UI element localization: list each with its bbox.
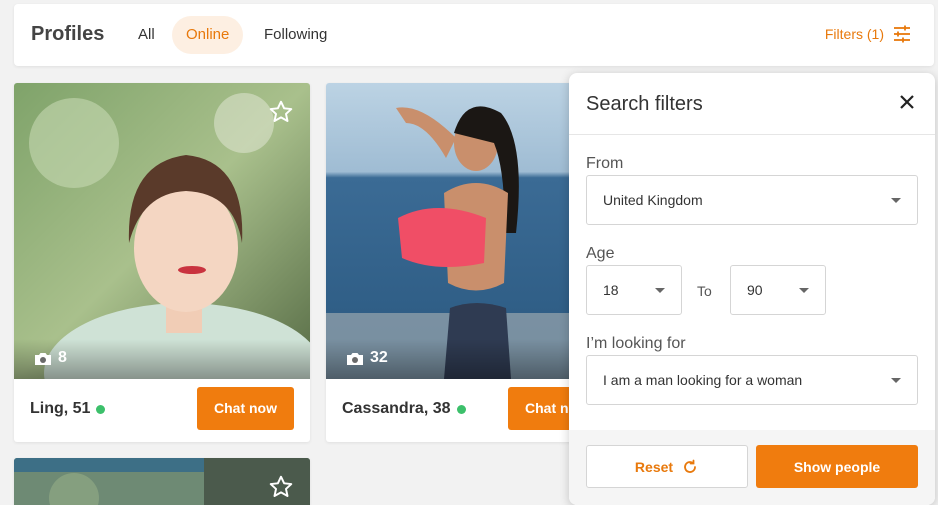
camera-icon [35,352,51,365]
age-from-value: 18 [603,282,619,298]
filters-button[interactable]: Filters (1) [825,24,912,44]
search-filters-panel: Search filters From United Kingdom Age 1… [569,73,935,505]
photo-count: 32 [346,349,388,367]
reset-button[interactable]: Reset [586,445,748,488]
star-icon[interactable] [268,99,294,125]
panel-title: Search filters [586,93,703,115]
chat-now-button[interactable]: Chat now [197,387,294,430]
profiles-header: Profiles All Online Following Filters (1… [14,4,934,66]
country-select[interactable]: United Kingdom [586,175,918,225]
country-select-value: United Kingdom [603,192,703,208]
reset-label: Reset [634,458,674,475]
online-indicator [456,404,466,414]
sliders-icon [894,25,910,43]
profile-name[interactable]: Cassandra, 38 [342,400,466,418]
age-from-select[interactable]: 18 [586,265,682,315]
profile-photo[interactable] [14,83,310,379]
filters-label: Filters (1) [824,26,884,42]
looking-for-value: I am a man looking for a woman [603,372,803,388]
photo-count-value: 32 [370,349,388,366]
profile-name-label: Ling, 51 [30,400,91,417]
tab-online[interactable]: Online [172,16,244,54]
online-indicator [96,404,106,414]
refresh-icon [684,459,696,473]
profile-name-label: Cassandra, 38 [342,400,451,417]
looking-for-select[interactable]: I am a man looking for a woman [586,355,918,405]
chevron-down-icon [891,198,901,203]
panel-footer: Reset Show people [569,430,935,505]
close-icon[interactable] [897,92,917,112]
age-label: Age [586,245,615,262]
age-to-value: 90 [747,282,763,298]
profile-card[interactable]: 8 Ling, 51 Chat now [14,83,310,442]
profile-photo[interactable] [14,458,310,505]
chevron-down-icon [655,288,665,293]
photo-count-value: 8 [58,349,67,366]
camera-icon [347,352,363,365]
page-title: Profiles [31,23,105,45]
profile-name[interactable]: Ling, 51 [30,400,106,418]
photo-count: 8 [34,349,67,367]
tab-all[interactable]: All [124,16,169,54]
tab-following[interactable]: Following [250,16,341,54]
show-people-button[interactable]: Show people [756,445,918,488]
star-icon[interactable] [268,474,294,500]
profile-card[interactable] [14,458,310,505]
from-label: From [586,155,624,172]
age-to-label: To [697,283,712,299]
chevron-down-icon [891,378,901,383]
panel-header: Search filters [569,73,935,135]
age-to-select[interactable]: 90 [730,265,826,315]
looking-for-label: I’m looking for [586,335,686,352]
chevron-down-icon [799,288,809,293]
